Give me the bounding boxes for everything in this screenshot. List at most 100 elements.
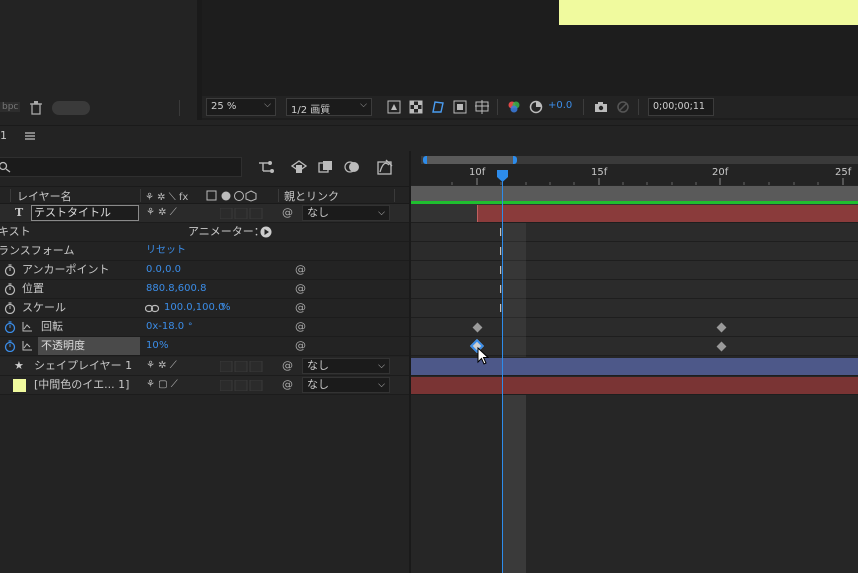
opacity-value[interactable]: 10 [146, 337, 159, 355]
scale-value[interactable]: 100.0,100.0 [164, 299, 224, 317]
time-ruler[interactable]: 10f 15f 20f 25f [411, 151, 858, 185]
layer-search-input[interactable] [0, 157, 242, 177]
layer-row-shape[interactable]: ★ シェイプレイヤー 1 ⚘ ✲ ⟋ @ なし ⌵ [0, 357, 410, 376]
flowchart-icon[interactable] [258, 160, 274, 174]
show-snapshot-icon[interactable] [616, 100, 630, 114]
ruler-tick-label: 10f [469, 167, 486, 178]
position-label: 位置 [22, 282, 44, 295]
ruler-tick-label: 25f [835, 167, 852, 178]
trash-icon[interactable] [30, 101, 42, 115]
stopwatch-active-icon[interactable] [4, 340, 16, 352]
layer-name: テストタイトル [34, 206, 111, 219]
rotation-value[interactable]: 0x-18.0 [146, 318, 184, 336]
animator-play-icon[interactable] [260, 226, 272, 238]
draft-3d-icon[interactable] [291, 160, 307, 174]
layer-name[interactable]: シェイプレイヤー 1 [34, 357, 132, 375]
rotation-row[interactable]: 回転 0x-18.0 ° @ [0, 318, 410, 337]
solid-color-swatch [13, 379, 26, 392]
animator-label[interactable]: アニメーター： [188, 223, 265, 241]
work-area-bar[interactable] [423, 156, 517, 164]
anchor-point-value[interactable]: 0.0,0.0 [146, 261, 181, 279]
fast-preview-icon[interactable] [387, 100, 401, 114]
solid-layer-bar[interactable] [411, 377, 858, 394]
pick-whip-icon[interactable]: @ [295, 280, 306, 298]
pick-whip-icon[interactable]: @ [295, 261, 306, 279]
parent-dropdown[interactable]: なし ⌵ [302, 205, 390, 221]
region-of-interest-icon[interactable] [453, 100, 467, 114]
motion-blur-icon[interactable] [344, 160, 360, 174]
transparency-grid-icon[interactable] [409, 100, 423, 114]
track-text-layer[interactable] [411, 204, 858, 223]
project-panel: bpc [0, 0, 197, 120]
timeline-panel-title[interactable]: 1 [0, 129, 7, 142]
svg-text:⚘ ✲ ⟍ fx: ⚘ ✲ ⟍ fx [145, 192, 188, 202]
color-channels-icon[interactable] [507, 100, 521, 114]
pick-whip-icon[interactable]: @ [295, 337, 306, 355]
track-empty [411, 242, 858, 261]
stopwatch-active-icon[interactable] [4, 321, 16, 333]
camera-snapshot-icon[interactable] [594, 100, 608, 114]
resolution-dropdown[interactable]: 1/2 画質 ⌵ [286, 98, 372, 116]
stopwatch-icon[interactable] [4, 264, 16, 276]
reset-exposure-icon[interactable] [529, 100, 543, 114]
layer-name-header[interactable]: レイヤー名 [17, 188, 72, 204]
switch-boxes[interactable] [220, 361, 264, 372]
position-value[interactable]: 880.8,600.8 [146, 280, 206, 298]
rotation-keyframe[interactable] [472, 322, 483, 333]
stopwatch-icon[interactable] [4, 302, 16, 314]
bpc-label[interactable]: bpc [0, 102, 21, 112]
layer-name-field[interactable]: テストタイトル [31, 205, 139, 221]
stopwatch-icon[interactable] [4, 283, 16, 295]
project-scrollbar[interactable] [52, 101, 90, 115]
rotation-unit: ° [188, 322, 193, 332]
anchor-point-row[interactable]: アンカーポイント 0.0,0.0 @ [0, 261, 410, 280]
graph-icon[interactable] [22, 341, 32, 351]
parent-dropdown[interactable]: なし ⌵ [302, 377, 390, 393]
pick-whip-icon[interactable]: @ [295, 299, 306, 317]
zoom-dropdown[interactable]: 25 % ⌵ [206, 98, 276, 116]
zoom-value: 25 % [211, 101, 237, 112]
pick-whip-icon[interactable]: @ [282, 376, 293, 394]
layer-switches[interactable]: ⚘ ✲ ⟋ [146, 357, 177, 375]
constrain-proportions-icon[interactable] [145, 304, 159, 313]
opacity-keyframe[interactable] [716, 341, 727, 352]
text-layer-bar[interactable] [477, 205, 858, 222]
switch-boxes[interactable] [220, 208, 264, 219]
parent-link-header[interactable]: 親とリンク [284, 188, 339, 204]
exposure-value[interactable]: +0.0 [548, 100, 572, 111]
pick-whip-icon[interactable]: @ [282, 204, 293, 222]
chevron-down-icon: ⌵ [378, 208, 385, 218]
rotation-keyframe[interactable] [716, 322, 727, 333]
yellow-solid-preview [559, 0, 858, 25]
text-property-group[interactable]: キスト アニメーター： [0, 223, 410, 242]
opacity-row[interactable]: 不透明度 10 % @ [0, 337, 410, 356]
playhead-handle[interactable] [497, 170, 508, 182]
track-rotation[interactable] [411, 318, 858, 337]
position-row[interactable]: 位置 880.8,600.8 @ [0, 280, 410, 299]
layer-name[interactable]: [中間色のイエ... 1] [34, 376, 129, 394]
transform-reset-link[interactable]: リセット [146, 242, 186, 260]
parent-dropdown[interactable]: なし ⌵ [302, 358, 390, 374]
search-icon [0, 161, 11, 173]
layer-switches[interactable]: ⚘ ✲ ⟋ [146, 204, 177, 222]
viewer-timecode[interactable]: 0;00;00;11 [648, 98, 714, 116]
ruler-tick-label: 20f [712, 167, 729, 178]
transform-group[interactable]: ランスフォーム リセット [0, 242, 410, 261]
panel-menu-icon[interactable] [24, 130, 36, 142]
layer-row-solid[interactable]: [中間色のイエ... 1] ⚘ ▢ ⟋ @ なし ⌵ [0, 376, 410, 395]
grid-guides-icon[interactable] [475, 100, 489, 114]
frame-blending-icon[interactable] [318, 160, 334, 174]
layer-switches[interactable]: ⚘ ▢ ⟋ [146, 376, 178, 394]
timeline-graph-area[interactable]: 10f 15f 20f 25f I I I I I [411, 151, 858, 573]
toolbar-separator [497, 99, 498, 115]
graph-icon[interactable] [22, 322, 32, 332]
layer-row-text[interactable]: T テストタイトル ⚘ ✲ ⟋ @ なし ⌵ [0, 204, 410, 223]
scale-row[interactable]: スケール 100.0,100.0 % @ [0, 299, 410, 318]
opacity-label: 不透明度 [41, 339, 85, 352]
pick-whip-icon[interactable]: @ [295, 318, 306, 336]
switch-boxes[interactable] [220, 380, 264, 391]
graph-editor-icon[interactable] [377, 159, 393, 175]
mask-visibility-icon[interactable] [431, 100, 445, 114]
pick-whip-icon[interactable]: @ [282, 357, 293, 375]
track-solid-layer[interactable] [411, 376, 858, 395]
